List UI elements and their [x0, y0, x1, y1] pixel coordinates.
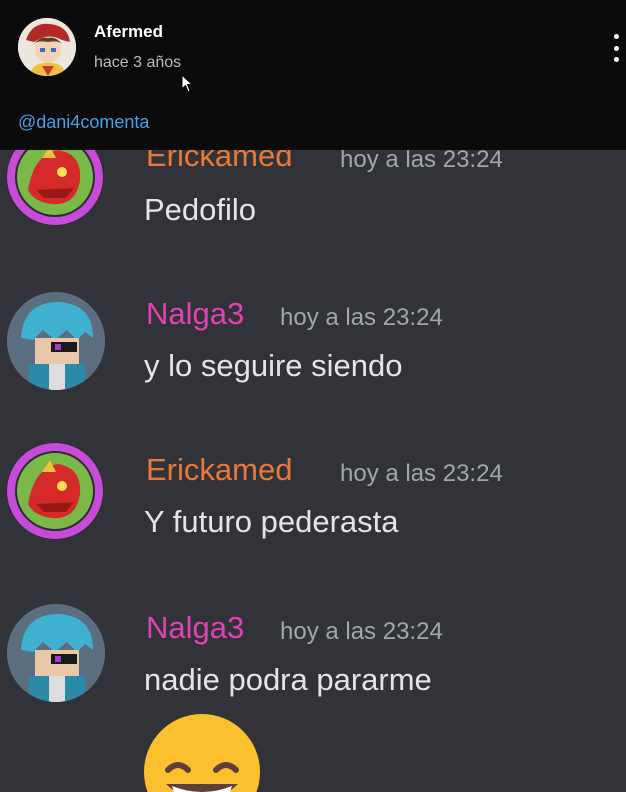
message-timestamp: hoy a las 23:24 — [340, 460, 503, 487]
user-avatar[interactable] — [6, 442, 104, 540]
message-timestamp: hoy a las 23:24 — [340, 150, 503, 173]
post-author-name[interactable]: Afermed — [94, 22, 163, 42]
message-text: Pedofilo — [144, 192, 257, 227]
message-author[interactable]: Nalga3 — [146, 610, 244, 646]
message-text: y lo seguire siendo — [144, 348, 403, 383]
message-text: Y futuro pederasta — [144, 504, 399, 539]
message-author[interactable]: Erickamed — [146, 150, 292, 174]
message-author[interactable]: Nalga3 — [146, 296, 244, 332]
mention-link[interactable]: @dani4comenta — [18, 112, 149, 133]
user-avatar[interactable] — [7, 292, 105, 390]
more-options-icon[interactable] — [612, 34, 620, 62]
user-avatar[interactable] — [6, 150, 104, 226]
post-author-avatar[interactable] — [18, 18, 76, 76]
post-header: Afermed hace 3 años @dani4comenta — [0, 0, 626, 150]
user-avatar[interactable] — [7, 604, 105, 702]
post-timestamp: hace 3 años — [94, 54, 182, 71]
message-timestamp: hoy a las 23:24 — [280, 618, 443, 645]
message-timestamp: hoy a las 23:24 — [280, 304, 443, 331]
message-text: nadie podra pararme — [144, 662, 432, 697]
message-author[interactable]: Erickamed — [146, 452, 292, 488]
grinning-emoji — [144, 714, 260, 792]
chat-area: Erickamed hoy a las 23:24 Pedofilo Nalga… — [0, 150, 626, 792]
cursor-arrow-icon — [181, 74, 194, 93]
